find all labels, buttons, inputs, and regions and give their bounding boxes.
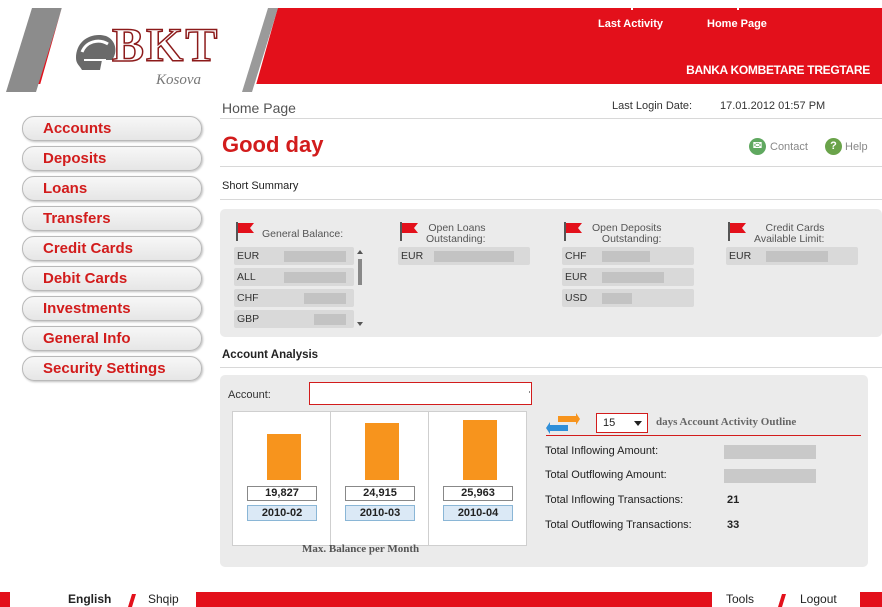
help-link[interactable]: ? Help [825,138,868,155]
chart-cell: 25,963 2010-04 [429,412,527,546]
mail-icon: ✉ [749,138,766,155]
lang-shqip-link[interactable]: Shqip [148,592,179,607]
account-label: Account: [228,389,271,401]
contact-link[interactable]: ✉ Contact [749,138,808,155]
stat-value-redacted [724,469,816,483]
flag-icon [236,222,254,241]
sidebar-item-investments[interactable]: Investments [22,296,202,321]
divider [220,118,882,119]
stat-value-redacted [724,445,816,459]
open-deposits-title: Open Deposits Outstanding: [592,222,662,245]
chevron-down-icon [634,421,642,426]
page-title: Good day [222,132,324,157]
sidebar-item-security-settings[interactable]: Security Settings [22,356,202,381]
flag-icon [564,222,582,241]
deposit-row-eur[interactable]: EUR [562,268,694,286]
tab-separator-icon [778,594,786,607]
lang-english-link[interactable]: English [68,592,111,607]
contact-label: Contact [770,140,808,153]
divider [546,435,861,436]
bank-name: BANKA KOMBETARE TREGTARE [686,63,870,77]
breadcrumb: Home Page [222,100,296,116]
stat-label: Total Inflowing Amount: [545,445,659,457]
deposit-row-chf[interactable]: CHF [562,247,694,265]
general-balance-title: General Balance: [262,228,344,240]
open-loans-title: Open Loans Outstanding: [426,222,486,245]
flag-icon [400,222,418,241]
short-summary-heading: Short Summary [222,180,299,192]
logout-link[interactable]: Logout [800,592,837,607]
credit-cards-column: Credit Cards Available Limit: EUR [726,221,858,268]
stat-label: Total Outflowing Amount: [545,469,667,481]
open-loans-column: Open Loans Outstanding: EUR [398,221,530,268]
tab-separator-icon [128,594,136,607]
general-balance-column: General Balance: EUR ALL CHF GBP [234,221,374,331]
chart-value-label: 24,915 [345,486,415,501]
stat-label: Total Inflowing Transactions: [545,494,684,506]
chart-category-label: 2010-04 [443,505,513,521]
max-balance-chart: 19,827 2010-02 24,915 2010-03 25,963 201… [232,411,527,546]
open-deposits-column: Open Deposits Outstanding: CHF EUR USD [562,221,694,310]
credit-cards-title: Credit Cards Available Limit: [754,222,825,245]
divider [220,166,882,167]
help-icon: ? [825,138,842,155]
chart-bar [267,434,301,480]
help-label: Help [845,140,868,153]
chart-value-label: 25,963 [443,486,513,501]
balance-row-gbp[interactable]: GBP [234,310,354,328]
chart-bar [365,423,399,480]
loan-row-eur[interactable]: EUR [398,247,530,265]
balance-row-eur[interactable]: EUR [234,247,354,265]
flag-icon [728,222,746,241]
divider [220,367,882,368]
credit-row-eur[interactable]: EUR [726,247,858,265]
sidebar: Accounts Deposits Loans Transfers Credit… [22,116,208,386]
sidebar-item-deposits[interactable]: Deposits [22,146,202,171]
logo-text: BKT [111,18,220,73]
account-analysis-heading: Account Analysis [222,349,319,361]
chart-category-label: 2010-02 [247,505,317,521]
chart-value-label: 19,827 [247,486,317,501]
sidebar-item-debit-cards[interactable]: Debit Cards [22,266,202,291]
nav-home-page[interactable]: Home Page [707,8,767,30]
balance-row-all[interactable]: ALL [234,268,354,286]
account-analysis-panel: Account: 19,827 2010-02 24,915 2010-03 2… [220,375,868,567]
logo-subtitle: Kosova [156,72,201,88]
sidebar-item-loans[interactable]: Loans [22,176,202,201]
chart-bar [463,420,497,480]
divider [220,199,882,200]
swap-arrows-icon[interactable] [546,413,580,435]
nav-home-page-label: Home Page [707,18,767,30]
last-login-label: Last Login Date: [612,100,693,112]
sidebar-item-credit-cards[interactable]: Credit Cards [22,236,202,261]
stat-value: 33 [727,519,740,531]
balance-scrollbar[interactable] [356,249,364,327]
footer: English Shqip Tools Logout [0,592,882,607]
stat-value: 21 [727,494,740,506]
days-select-value: 15 [603,417,616,429]
chart-category-label: 2010-03 [345,505,415,521]
nav-last-activity-label: Last Activity [598,18,664,30]
last-login-value: 17.01.2012 01:57 PM [720,100,826,112]
nav-last-activity[interactable]: Last Activity [598,8,664,30]
sidebar-item-accounts[interactable]: Accounts [22,116,202,141]
bkt-logo[interactable]: BKT [62,18,234,86]
sidebar-item-general-info[interactable]: General Info [22,326,202,351]
days-select[interactable]: 15 [596,413,648,433]
account-select[interactable] [309,382,532,405]
chart-cell: 19,827 2010-02 [233,412,331,546]
stat-label: Total Outflowing Transactions: [545,519,692,531]
deposit-row-usd[interactable]: USD [562,289,694,307]
tools-link[interactable]: Tools [726,592,754,607]
chart-cell: 24,915 2010-03 [331,412,429,546]
balance-row-chf[interactable]: CHF [234,289,354,307]
header: BKT Kosova Last Activity Home Page BANKA… [0,0,882,92]
sidebar-item-transfers[interactable]: Transfers [22,206,202,231]
chart-caption: Max. Balance per Month [302,543,420,555]
days-activity-label: days Account Activity Outline [656,416,797,428]
summary-panel: General Balance: EUR ALL CHF GBP Open Lo… [220,209,882,337]
